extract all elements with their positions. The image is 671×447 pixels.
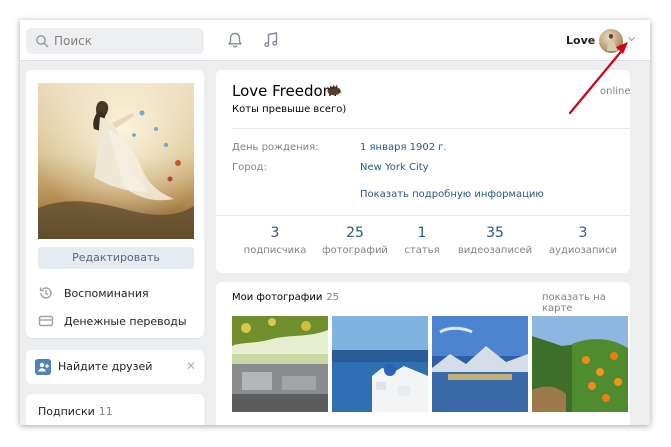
photo-thumbnail[interactable]	[332, 316, 428, 412]
city-key: Город:	[232, 162, 267, 173]
find-friends-label: Найдите друзей	[58, 360, 153, 373]
profile-info-card: Love Freedom Коты превыше всего) online …	[216, 70, 631, 273]
photos-card: Мои фотографии 25 показать на карте	[216, 282, 630, 425]
birthday-key: День рождения:	[232, 142, 319, 153]
search-icon	[36, 35, 49, 48]
avatar[interactable]	[599, 29, 623, 53]
photos-title: Мои фотографии	[232, 292, 323, 303]
photos-count: 25	[326, 292, 340, 303]
subscriptions-heading: Подписки 11	[38, 405, 113, 418]
counter-number: 35	[486, 225, 504, 241]
counter-label: аудиозаписи	[548, 245, 618, 256]
photo-orange-grove	[532, 316, 628, 412]
photos-heading[interactable]: Мои фотографии 25	[232, 292, 339, 303]
money-transfers-link[interactable]: Денежные переводы	[38, 312, 198, 330]
profile-photo-art	[38, 83, 194, 239]
top-bar: Love	[20, 20, 650, 61]
user-name[interactable]: Love	[566, 34, 595, 47]
memories-label: Воспоминания	[64, 286, 149, 300]
subscriptions-label: Подписки	[38, 405, 95, 418]
photo-santorini	[332, 316, 428, 412]
counter-number: 1	[417, 225, 427, 241]
counter-followers[interactable]: 3 подписчика	[235, 225, 315, 256]
profile-status[interactable]: Коты превыше всего)	[232, 104, 346, 115]
add-friend-icon	[35, 359, 51, 375]
show-on-map-link[interactable]: показать на карте	[542, 292, 630, 314]
counter-audio[interactable]: 3 аудиозаписи	[543, 225, 623, 256]
subscriptions-card[interactable]: Подписки 11	[26, 394, 204, 425]
chevron-down-icon[interactable]	[627, 35, 636, 43]
edit-profile-button[interactable]: Редактировать	[38, 247, 194, 269]
counter-articles[interactable]: 1 статья	[382, 225, 462, 256]
counter-label: видеозаписей	[457, 245, 533, 256]
photo-thumbnail[interactable]	[432, 316, 528, 412]
photo-lake	[432, 316, 528, 412]
counter-label: подписчика	[243, 245, 307, 256]
search-box[interactable]	[26, 28, 204, 54]
vk-page: Love	[20, 20, 650, 425]
online-status: online	[600, 86, 631, 97]
avatar-figure-icon	[607, 34, 617, 51]
birthday-value[interactable]: 1 января 1902 г.	[360, 142, 447, 153]
music-note-icon[interactable]	[262, 31, 280, 49]
show-more-info-link[interactable]: Показать подробную информацию	[360, 189, 544, 200]
left-profile-card: Редактировать Воспоминания Денежные пере…	[26, 70, 204, 338]
close-icon[interactable]: ✕	[186, 359, 196, 373]
divider	[232, 128, 630, 129]
subscriptions-count: 11	[98, 405, 113, 418]
city-value[interactable]: New York City	[360, 162, 429, 173]
memories-link[interactable]: Воспоминания	[38, 284, 198, 302]
bell-icon[interactable]	[226, 31, 244, 49]
profile-photo[interactable]	[38, 83, 194, 239]
photo-thumbnail[interactable]	[232, 316, 328, 412]
find-friends-card[interactable]: Найдите друзей ✕	[26, 350, 204, 384]
money-transfer-icon	[38, 315, 54, 327]
photo-thumbnail[interactable]	[532, 316, 628, 412]
profile-name: Love Freedom	[232, 82, 338, 100]
counter-label: статья	[404, 245, 440, 256]
counter-videos[interactable]: 35 видеозаписей	[455, 225, 535, 256]
money-transfers-label: Денежные переводы	[64, 314, 187, 328]
photo-terrace	[232, 316, 328, 412]
hedgehog-emoji-icon	[327, 84, 342, 96]
divider	[216, 215, 630, 216]
clock-history-icon	[39, 287, 52, 299]
counter-number: 3	[270, 225, 280, 241]
search-input[interactable]	[54, 32, 194, 50]
counter-number: 3	[578, 225, 588, 241]
